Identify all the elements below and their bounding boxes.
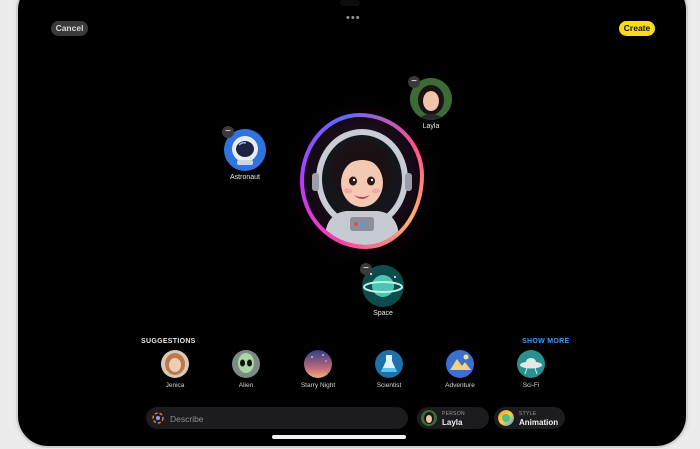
suggestion-label: Starry Night [300, 382, 336, 389]
create-button[interactable]: Create [619, 21, 655, 36]
suggestion-adventure[interactable]: Adventure [430, 350, 490, 389]
device-screen: ••• Cancel Create − Layla − Astronaut − … [18, 0, 686, 446]
generated-avatar [304, 117, 420, 245]
suggestions-title: SUGGESTIONS [141, 338, 196, 345]
more-options-icon[interactable]: ••• [346, 13, 361, 24]
suggestion-label: Scientist [376, 382, 402, 389]
alien-icon [232, 350, 260, 378]
suggestion-label: Jenica [165, 382, 185, 389]
suggestion-sci-fi[interactable]: Sci-Fi [501, 350, 561, 389]
cancel-button[interactable]: Cancel [51, 21, 88, 36]
suggestion-label: Adventure [445, 382, 475, 389]
person-chip[interactable]: PERSON Layla [417, 407, 489, 429]
ufo-icon [517, 350, 545, 378]
show-more-button[interactable]: SHOW MORE [522, 338, 569, 345]
remove-space-button[interactable]: − [360, 263, 372, 275]
suggestion-scientist[interactable]: Scientist [359, 350, 419, 389]
bubble-label: Layla [422, 123, 440, 130]
animation-style-icon [498, 410, 514, 426]
suggestion-jenica[interactable]: Jenica [145, 350, 205, 389]
home-indicator[interactable] [272, 435, 406, 439]
person-photo-jenica [161, 350, 189, 378]
bubble-label: Astronaut [230, 174, 260, 181]
person-chip-value: Layla [442, 418, 463, 427]
image-playground-icon [152, 412, 164, 424]
describe-field[interactable] [146, 407, 408, 431]
astronaut-avatar-illustration [312, 129, 412, 245]
style-chip[interactable]: STYLE Animation [494, 407, 565, 429]
suggestion-label: Sci-Fi [522, 382, 540, 389]
flask-icon [375, 350, 403, 378]
person-photo-layla-thumb [421, 410, 437, 426]
suggestion-label: Alien [238, 382, 254, 389]
remove-layla-button[interactable]: − [408, 76, 420, 88]
bubble-label: Space [373, 310, 393, 317]
suggestion-alien[interactable]: Alien [216, 350, 276, 389]
suggestion-starry-night[interactable]: Starry Night [288, 350, 348, 389]
person-chip-key: PERSON [442, 411, 465, 417]
style-chip-value: Animation [519, 418, 559, 427]
style-chip-key: STYLE [519, 411, 537, 417]
remove-astronaut-button[interactable]: − [222, 126, 234, 138]
adventure-map-icon [446, 350, 474, 378]
front-camera [340, 0, 360, 6]
generated-image-frame[interactable] [300, 113, 424, 249]
describe-input[interactable] [168, 407, 402, 431]
starry-night-icon [304, 350, 332, 378]
